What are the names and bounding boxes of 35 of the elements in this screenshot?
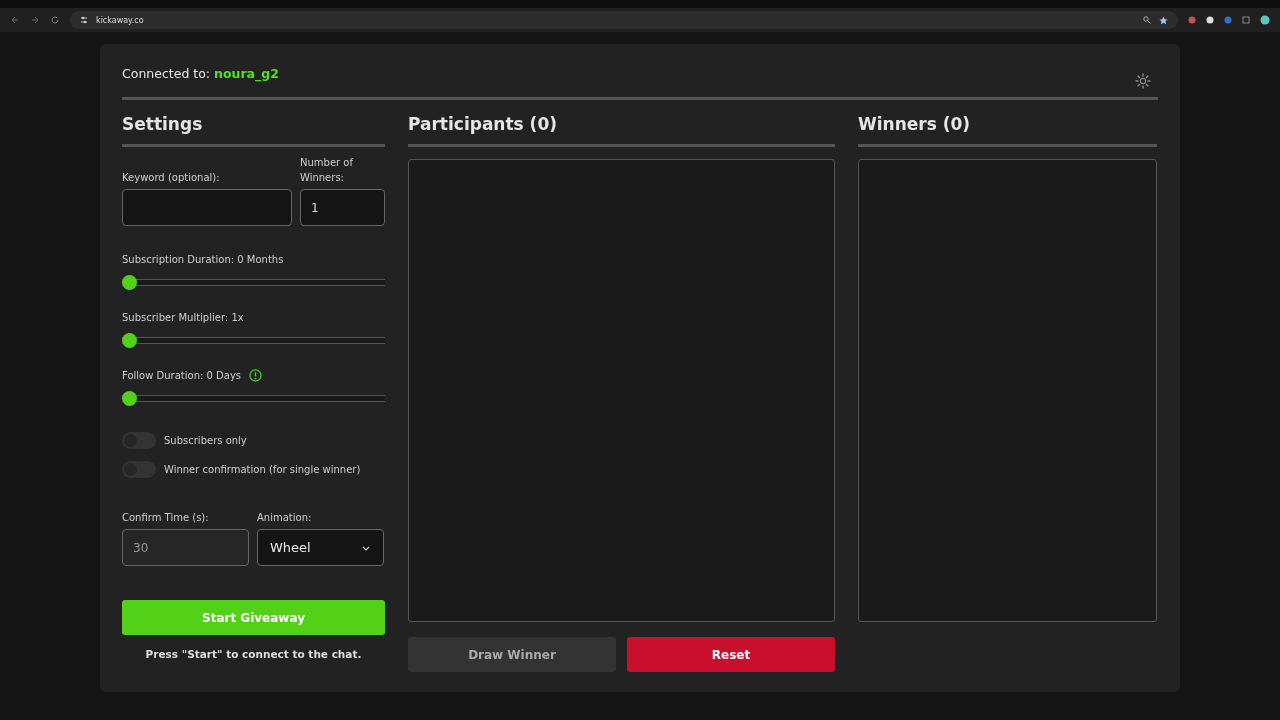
slider-thumb[interactable] bbox=[122, 275, 137, 290]
settings-icon[interactable] bbox=[1134, 72, 1152, 90]
slider-thumb[interactable] bbox=[122, 391, 137, 406]
field-label: Keyword (optional): bbox=[122, 171, 221, 185]
toggle-label: Winner confirmation (for single winner) bbox=[164, 463, 361, 477]
field-label: Confirm Time (s): bbox=[122, 511, 210, 525]
address-bar[interactable]: kickaway.co bbox=[70, 11, 1178, 29]
field-label: Number of Winners: bbox=[300, 156, 355, 185]
url-text: kickaway.co bbox=[96, 15, 144, 25]
slider-thumb[interactable] bbox=[122, 333, 137, 348]
section-heading: Winners (0) bbox=[858, 112, 1157, 147]
toggle-label: Subscribers only bbox=[164, 434, 247, 448]
back-icon[interactable] bbox=[10, 15, 20, 25]
connection-status: Connected to: noura_g2 bbox=[122, 66, 1158, 100]
section-heading: Settings bbox=[122, 112, 385, 147]
extension-icon[interactable] bbox=[1206, 16, 1214, 24]
hint-text: Press "Start" to connect to the chat. bbox=[144, 648, 363, 660]
field-label: Animation: bbox=[257, 511, 313, 525]
slider-label: Subscription Duration: 0 Months bbox=[122, 253, 284, 267]
winners-count-field[interactable]: 1 bbox=[300, 189, 385, 226]
zoom-icon[interactable] bbox=[1143, 16, 1151, 24]
puzzle-icon[interactable] bbox=[1242, 16, 1250, 24]
star-icon[interactable] bbox=[1159, 15, 1168, 25]
animation-dropdown[interactable]: Wheel bbox=[257, 529, 384, 566]
slider-label: Follow Duration: 0 Days bbox=[122, 369, 242, 383]
reset-button[interactable]: Reset bbox=[627, 637, 835, 672]
reload-icon[interactable] bbox=[50, 15, 60, 25]
keyword-field[interactable] bbox=[122, 189, 292, 226]
forward-icon[interactable] bbox=[30, 15, 40, 25]
confirm-time-field[interactable]: 30 bbox=[122, 529, 249, 566]
info-icon[interactable] bbox=[249, 369, 263, 382]
profile-avatar-icon[interactable] bbox=[1260, 15, 1270, 25]
slider-label: Subscriber Multiplier: 1x bbox=[122, 311, 244, 325]
section-heading: Participants (0) bbox=[408, 112, 835, 147]
site-settings-icon[interactable] bbox=[80, 16, 88, 24]
